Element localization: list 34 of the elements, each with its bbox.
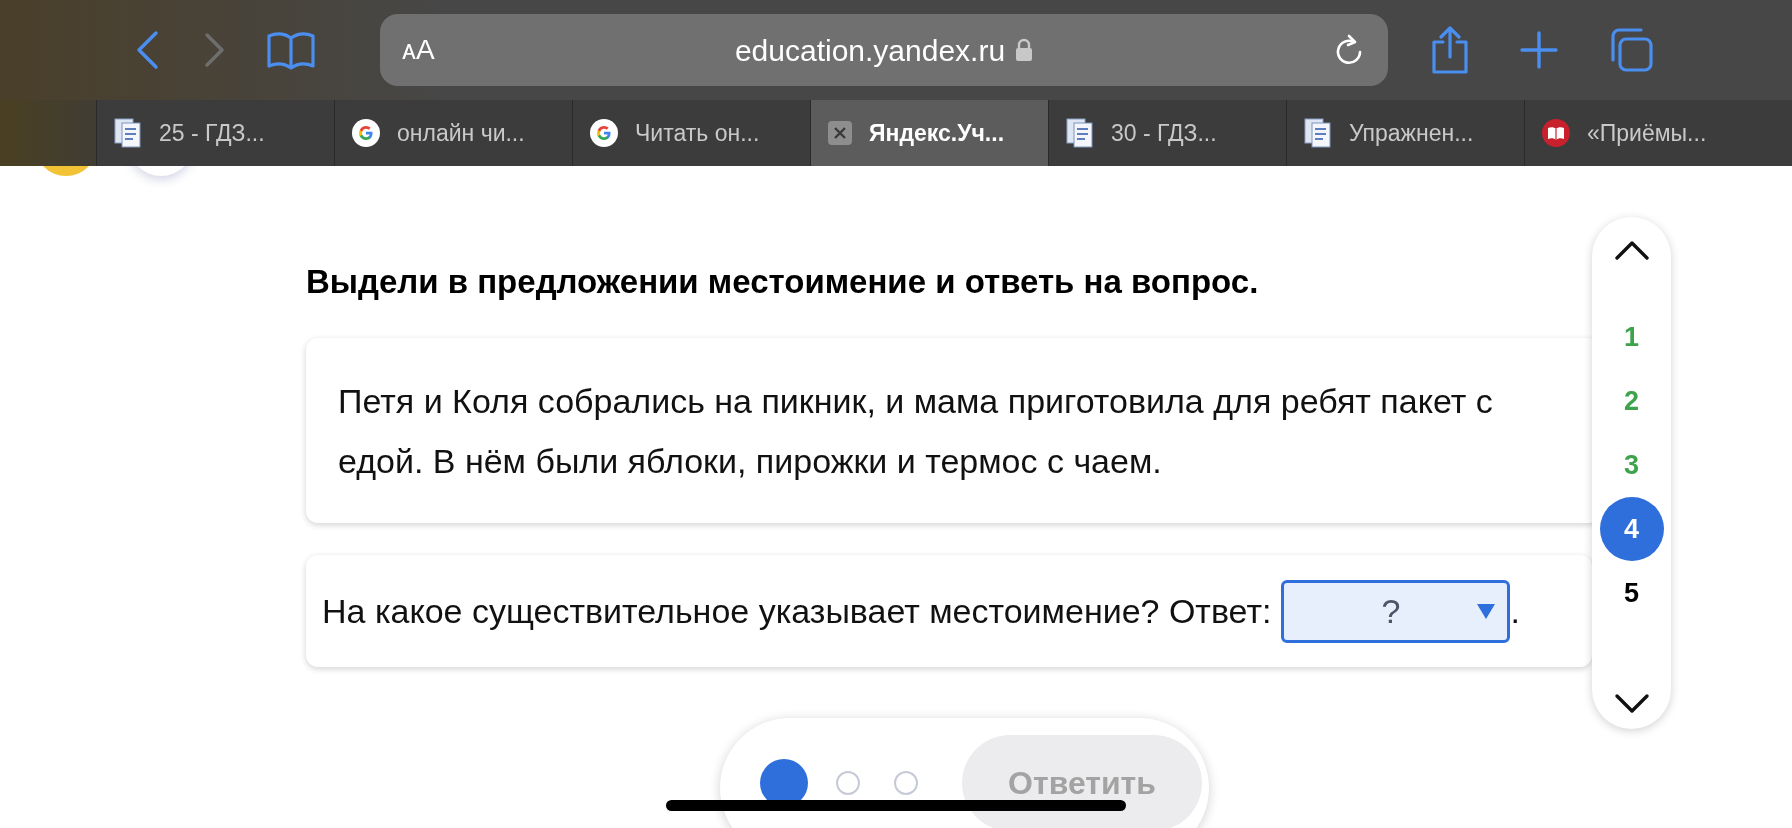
document-icon: [113, 117, 143, 149]
plus-icon[interactable]: [1520, 31, 1558, 69]
book-icon[interactable]: [266, 30, 316, 70]
tab-title: Яндекс.Уч...: [869, 118, 1005, 148]
dropdown-arrow-icon: [1477, 603, 1496, 619]
document-icon: [1303, 117, 1333, 149]
passage-text: Петя и Коля собрались на пикник, и мама приготовила для ребят пакет с едой. В нём были яблоки, пирожки и термос с чаем.: [338, 381, 1494, 482]
tab-title: 25 - ГДЗ...: [159, 118, 265, 148]
text-size-button[interactable]: ᴀA: [402, 29, 722, 71]
tab-title: онлайн чи...: [397, 118, 525, 148]
tab-title: Читать он...: [635, 118, 760, 148]
browser-tab[interactable]: Яндекс.Уч...: [810, 100, 1048, 166]
close-icon[interactable]: [827, 120, 853, 146]
document-icon: [1065, 117, 1095, 149]
address-bar[interactable]: ᴀA education.yandex.ru: [380, 14, 1388, 86]
url-text: education.yandex.ru: [734, 32, 1006, 69]
task-number[interactable]: 5: [1599, 561, 1664, 625]
tab-title: Упражнен...: [1349, 118, 1474, 148]
tab-title: «Приёмы...: [1587, 118, 1707, 148]
google-g-icon: [589, 118, 619, 148]
question-text: На какое существительное указывает местоимение? Ответ:: [322, 590, 1272, 632]
google-g-icon: [351, 118, 381, 148]
tab-title: 30 - ГДЗ...: [1111, 118, 1217, 148]
answer-dropdown[interactable]: ?: [1281, 579, 1511, 643]
sentence-period: .: [1510, 590, 1520, 632]
share-icon[interactable]: [1430, 26, 1470, 74]
task-instruction: Выдели в предложении местоимение и ответь на вопрос.: [306, 262, 1260, 302]
forward-icon[interactable]: [202, 31, 226, 69]
lock-icon: [1015, 38, 1034, 62]
tabs-icon[interactable]: [1608, 27, 1654, 73]
task-number[interactable]: 4: [1599, 497, 1664, 561]
book-icon: [1541, 118, 1571, 148]
chevron-down-icon[interactable]: [1613, 693, 1650, 715]
chevron-up-icon[interactable]: [1613, 239, 1650, 261]
